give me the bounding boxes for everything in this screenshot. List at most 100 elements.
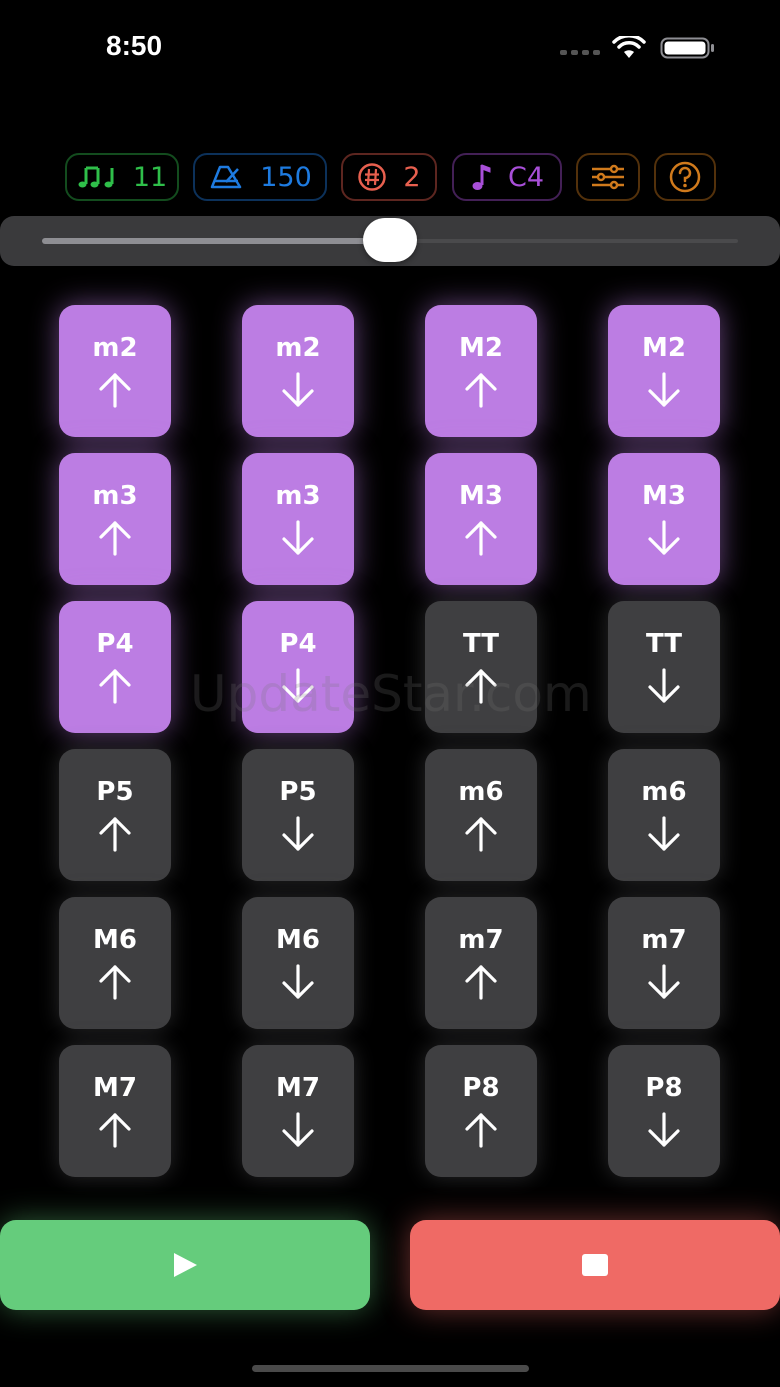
arrow-up-icon — [463, 1111, 499, 1153]
accidentals-button[interactable]: 2 — [341, 153, 437, 201]
interval-label: M2 — [459, 333, 503, 363]
arrow-down-icon — [280, 667, 316, 709]
interval-tile[interactable]: M6 — [59, 897, 171, 1029]
tempo-value: 150 — [260, 161, 312, 193]
interval-tile[interactable]: TT — [425, 601, 537, 733]
play-icon — [174, 1253, 197, 1277]
root-note-button[interactable]: C4 — [452, 153, 562, 201]
battery-icon — [660, 37, 714, 59]
arrow-up-icon — [97, 963, 133, 1005]
wifi-icon — [612, 36, 646, 58]
interval-tile[interactable]: P5 — [242, 749, 354, 881]
notes-count-button[interactable]: 11 — [65, 153, 179, 201]
arrow-up-icon — [97, 519, 133, 561]
arrow-up-icon — [463, 815, 499, 857]
arrow-up-icon — [463, 371, 499, 413]
sharp-icon — [358, 163, 387, 191]
interval-tile[interactable]: M2 — [608, 305, 720, 437]
interval-label: P8 — [462, 1073, 500, 1103]
interval-label: P4 — [96, 629, 134, 659]
arrow-up-icon — [463, 963, 499, 1005]
interval-tile[interactable]: m6 — [425, 749, 537, 881]
arrow-up-icon — [97, 1111, 133, 1153]
home-indicator — [252, 1365, 529, 1372]
metronome-icon — [210, 165, 242, 189]
interval-tile[interactable]: m2 — [242, 305, 354, 437]
interval-label: m2 — [92, 333, 138, 363]
music-note-icon — [472, 164, 491, 190]
arrow-down-icon — [646, 815, 682, 857]
arrow-down-icon — [646, 667, 682, 709]
slider-thumb[interactable] — [363, 218, 417, 262]
interval-label: m2 — [275, 333, 321, 363]
arrow-up-icon — [463, 519, 499, 561]
music-notes-icon — [78, 166, 114, 188]
arrow-down-icon — [280, 1111, 316, 1153]
arrow-down-icon — [280, 963, 316, 1005]
interval-tile[interactable]: M7 — [242, 1045, 354, 1177]
interval-tile[interactable]: M2 — [425, 305, 537, 437]
arrow-up-icon — [97, 667, 133, 709]
interval-label: m6 — [458, 777, 504, 807]
interval-tile[interactable]: P8 — [608, 1045, 720, 1177]
interval-label: M7 — [93, 1073, 137, 1103]
arrow-down-icon — [646, 1111, 682, 1153]
interval-label: M3 — [459, 481, 503, 511]
interval-label: P4 — [279, 629, 317, 659]
accidentals-value: 2 — [403, 161, 421, 193]
notes-count-value: 11 — [132, 161, 168, 193]
interval-tile[interactable]: m7 — [608, 897, 720, 1029]
settings-button[interactable] — [576, 153, 640, 201]
slider-fill — [42, 238, 390, 244]
interval-tile[interactable]: P8 — [425, 1045, 537, 1177]
arrow-down-icon — [646, 371, 682, 413]
status-bar: 8:50 — [0, 0, 780, 95]
help-button[interactable] — [654, 153, 716, 201]
interval-tile[interactable]: M6 — [242, 897, 354, 1029]
slider-track — [390, 239, 738, 243]
interval-tile[interactable]: M3 — [425, 453, 537, 585]
interval-tile[interactable]: m7 — [425, 897, 537, 1029]
cellular-signal-icon — [560, 50, 600, 55]
interval-tile[interactable]: m2 — [59, 305, 171, 437]
interval-label: m3 — [275, 481, 321, 511]
arrow-down-icon — [280, 519, 316, 561]
interval-label: M6 — [276, 925, 320, 955]
interval-tile[interactable]: M7 — [59, 1045, 171, 1177]
arrow-down-icon — [280, 371, 316, 413]
root-note-value: C4 — [507, 161, 545, 193]
interval-label: M7 — [276, 1073, 320, 1103]
question-icon — [669, 161, 701, 193]
arrow-down-icon — [646, 963, 682, 1005]
interval-tile[interactable]: P4 — [242, 601, 354, 733]
interval-tile[interactable]: m3 — [242, 453, 354, 585]
interval-label: P5 — [279, 777, 317, 807]
tempo-button[interactable]: 150 — [193, 153, 327, 201]
interval-label: M6 — [93, 925, 137, 955]
status-time: 8:50 — [106, 30, 163, 61]
interval-label: P5 — [96, 777, 134, 807]
interval-label: P8 — [645, 1073, 683, 1103]
interval-label: m6 — [641, 777, 687, 807]
interval-label: TT — [462, 629, 500, 659]
interval-tile[interactable]: m3 — [59, 453, 171, 585]
interval-tile[interactable]: m6 — [608, 749, 720, 881]
interval-label: M2 — [642, 333, 686, 363]
interval-tile[interactable]: M3 — [608, 453, 720, 585]
interval-tile[interactable]: P4 — [59, 601, 171, 733]
arrow-up-icon — [463, 667, 499, 709]
interval-label: M3 — [642, 481, 686, 511]
play-button[interactable] — [0, 1220, 370, 1310]
toolbar: 11 150 2 C4 — [65, 153, 720, 203]
sliders-icon — [592, 164, 624, 190]
arrow-up-icon — [97, 815, 133, 857]
stop-button[interactable] — [410, 1220, 780, 1310]
interval-label: TT — [645, 629, 683, 659]
interval-tile[interactable]: TT — [608, 601, 720, 733]
interval-tile[interactable]: P5 — [59, 749, 171, 881]
interval-label: m7 — [641, 925, 687, 955]
arrow-down-icon — [280, 815, 316, 857]
stop-icon — [582, 1254, 608, 1276]
interval-label: m3 — [92, 481, 138, 511]
arrow-down-icon — [646, 519, 682, 561]
